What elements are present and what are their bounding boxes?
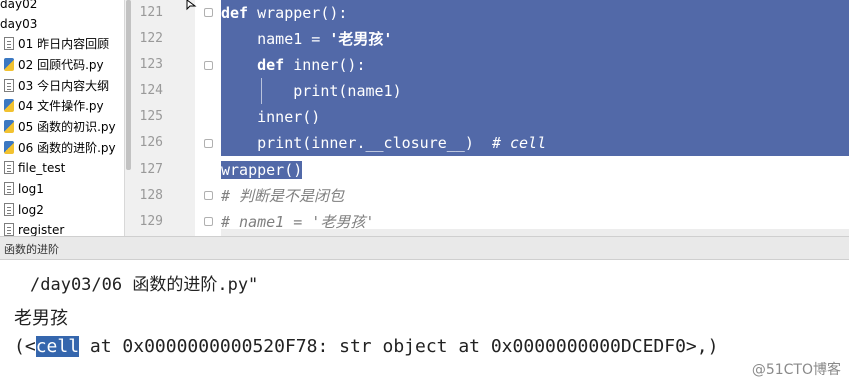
console-line: 老男孩 xyxy=(14,308,68,329)
tree-item-log2[interactable]: log2 xyxy=(4,200,44,220)
tree-item-file-test[interactable]: file_test xyxy=(4,158,65,178)
tree-scrollbar[interactable] xyxy=(124,0,133,236)
tree-item-03[interactable]: 03 今日内容大纲 xyxy=(4,76,109,96)
run-console[interactable]: /day03/06 函数的进阶.py" 老男孩 (<cell at 0x0000… xyxy=(0,260,849,387)
text-file-icon xyxy=(4,182,14,195)
code-text: print(name1) xyxy=(293,82,402,100)
tree-item-log1[interactable]: log1 xyxy=(4,179,44,199)
tree-item-04[interactable]: 04 文件操作.py xyxy=(4,96,104,116)
code-line-125: inner() xyxy=(221,104,849,130)
fold-marker-icon[interactable] xyxy=(204,217,213,226)
line-number: 122 xyxy=(139,31,163,46)
text-file-icon xyxy=(4,79,14,92)
console-line: /day03/06 函数的进阶.py" xyxy=(30,275,259,295)
code-line-122: name1 = '老男孩' xyxy=(221,26,849,52)
code-text: inner(): xyxy=(284,56,366,74)
code-line-121: def wrapper(): xyxy=(221,0,849,26)
fold-marker-icon[interactable] xyxy=(204,139,213,148)
code-line-124: print(name1) xyxy=(221,78,849,104)
code-text: wrapper(): xyxy=(248,4,348,22)
tree-item-label: day02 xyxy=(0,0,38,11)
line-number: 125 xyxy=(139,109,163,124)
indent-guide xyxy=(261,78,262,104)
tree-item-day02[interactable]: day02 xyxy=(0,0,37,14)
code-text: wrapper() xyxy=(221,161,303,179)
text-file-icon xyxy=(4,37,14,50)
python-file-icon xyxy=(4,120,14,133)
editor-horizontal-scrollbar[interactable] xyxy=(221,229,849,236)
tree-item-05[interactable]: 05 函数的初识.py xyxy=(4,117,116,137)
line-number: 124 xyxy=(139,83,163,98)
code-line-126: print(inner.__closure__) # cell xyxy=(221,130,849,156)
fold-marker-icon[interactable] xyxy=(204,8,213,17)
mouse-cursor-icon xyxy=(186,0,197,11)
comment: # cell xyxy=(491,134,547,152)
line-number: 128 xyxy=(139,188,163,203)
code-text: print(inner.__closure__) xyxy=(221,134,492,152)
run-tab-bar: 函数的进阶 xyxy=(0,236,849,260)
fold-marker-icon[interactable] xyxy=(204,191,213,200)
console-selected-text: cell xyxy=(35,336,80,357)
python-file-icon xyxy=(4,141,14,154)
watermark: @51CTO博客 xyxy=(751,362,841,378)
text-file-icon xyxy=(4,203,14,216)
text-file-icon xyxy=(4,161,14,174)
tree-item-label: 04 文件操作.py xyxy=(18,99,104,113)
tree-item-label: 06 函数的进阶.py xyxy=(18,141,116,155)
code-line-127: wrapper() xyxy=(221,157,303,183)
line-number: 129 xyxy=(139,214,163,229)
tree-item-register[interactable]: register xyxy=(4,220,64,236)
run-tab-label[interactable]: 函数的进阶 xyxy=(4,241,59,257)
line-number-gutter: 121 122 123 124 125 126 127 128 129 xyxy=(133,0,196,236)
line-number: 127 xyxy=(139,162,163,177)
code-editor[interactable]: def wrapper(): name1 = '老男孩' def inner()… xyxy=(221,0,849,236)
console-text: (< xyxy=(14,336,36,357)
text-file-icon xyxy=(4,223,14,236)
tree-item-06[interactable]: 06 函数的进阶.py xyxy=(4,138,116,158)
python-file-icon xyxy=(4,99,14,112)
keyword: def xyxy=(221,4,249,22)
tree-item-label: 01 昨日内容回顾 xyxy=(18,37,110,51)
tree-scroll-thumb[interactable] xyxy=(126,0,131,170)
tree-item-01[interactable]: 01 昨日内容回顾 xyxy=(4,34,109,54)
code-text: name1 = xyxy=(221,30,330,48)
project-tree: day02 day03 01 昨日内容回顾 02 回顾代码.py 03 今日内容… xyxy=(0,0,124,236)
console-text: at 0x0000000000520F78: str object at 0x0… xyxy=(79,336,719,357)
tree-item-label: register xyxy=(18,223,65,236)
console-line: (<cell at 0x0000000000520F78: str object… xyxy=(14,336,718,357)
line-number: 123 xyxy=(139,57,163,72)
code-line-123: def inner(): xyxy=(221,52,849,78)
keyword: def xyxy=(257,56,285,74)
fold-marker-icon[interactable] xyxy=(204,61,213,70)
tree-item-label: day03 xyxy=(0,17,38,31)
tree-item-label: 03 今日内容大纲 xyxy=(18,79,110,93)
python-file-icon xyxy=(4,58,14,71)
comment: # 判断是不是闭包 xyxy=(221,187,345,205)
tree-item-label: file_test xyxy=(18,161,66,175)
tree-item-label: 02 回顾代码.py xyxy=(18,58,104,72)
tree-item-label: log2 xyxy=(18,203,44,217)
fold-column xyxy=(195,0,221,236)
line-number: 126 xyxy=(139,135,163,150)
tree-item-02[interactable]: 02 回顾代码.py xyxy=(4,55,104,75)
string-literal: '老男孩' xyxy=(329,30,393,48)
tree-item-label: 05 函数的初识.py xyxy=(18,120,116,134)
line-number: 121 xyxy=(139,5,163,20)
code-text: inner() xyxy=(221,108,321,126)
code-line-128: # 判断是不是闭包 xyxy=(221,183,344,209)
tree-item-label: log1 xyxy=(18,182,44,196)
tree-item-day03[interactable]: day03 xyxy=(0,14,37,34)
